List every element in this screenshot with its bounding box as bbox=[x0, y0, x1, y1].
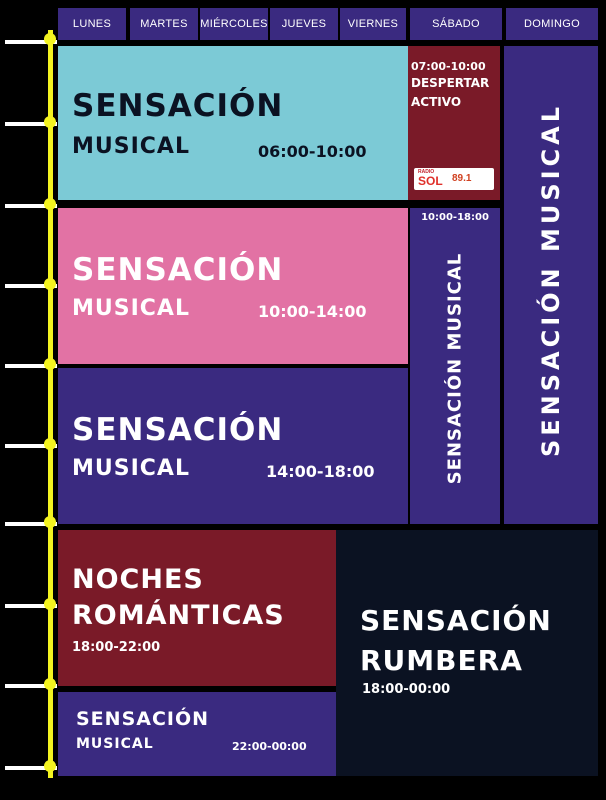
block-title-line1: DESPERTAR bbox=[411, 76, 490, 90]
timeline-dot bbox=[44, 438, 56, 450]
timeline-dot bbox=[44, 516, 56, 528]
block-title: SENSACIÓN bbox=[72, 412, 284, 448]
radio-sol-logo: RADIO SOL 89.1 bbox=[414, 168, 494, 190]
block-afternoon: SENSACIÓN MUSICAL 14:00-18:00 bbox=[58, 368, 408, 524]
block-noches-romanticas: NOCHES ROMÁNTICAS 18:00-22:00 bbox=[58, 530, 336, 686]
block-subtitle: MUSICAL bbox=[72, 296, 190, 321]
block-title: SENSACIÓN bbox=[72, 88, 284, 124]
block-sensacion-rumbera: SENSACIÓN RUMBERA 18:00-00:00 bbox=[336, 530, 598, 776]
day-header-miercoles: MIÉRCOLES bbox=[200, 8, 268, 40]
block-title-line1: NOCHES bbox=[72, 564, 204, 595]
block-title-line2: ACTIVO bbox=[411, 95, 462, 109]
block-time: 10:00-14:00 bbox=[258, 302, 367, 321]
logo-text-freq: 89.1 bbox=[452, 173, 472, 184]
block-vertical-label: SENSACIÓN MUSICAL bbox=[444, 252, 466, 485]
day-header-viernes: VIERNES bbox=[340, 8, 406, 40]
logo-text-sol: SOL bbox=[418, 174, 443, 188]
timeline-dot bbox=[44, 678, 56, 690]
timeline-dot bbox=[44, 116, 56, 128]
block-title-line2: ROMÁNTICAS bbox=[72, 600, 285, 631]
block-sabado: 10:00-18:00 SENSACIÓN MUSICAL bbox=[410, 208, 500, 524]
day-header-lunes: LUNES bbox=[58, 8, 126, 40]
block-time: 18:00-22:00 bbox=[72, 640, 161, 655]
block-title: SENSACIÓN bbox=[72, 252, 284, 288]
day-header-jueves: JUEVES bbox=[270, 8, 338, 40]
block-night: SENSACIÓN MUSICAL 22:00-00:00 bbox=[58, 692, 336, 776]
timeline-dot bbox=[44, 198, 56, 210]
day-header-martes: MARTES bbox=[130, 8, 198, 40]
timeline-dot bbox=[44, 598, 56, 610]
block-morning: SENSACIÓN MUSICAL 06:00-10:00 bbox=[58, 46, 408, 200]
block-time: 14:00-18:00 bbox=[266, 462, 375, 481]
block-subtitle: MUSICAL bbox=[72, 134, 190, 159]
day-header-sabado: SÁBADO bbox=[410, 8, 502, 40]
block-title-line1: SENSACIÓN bbox=[360, 604, 552, 637]
timeline-dot bbox=[44, 760, 56, 772]
block-time: 06:00-10:00 bbox=[258, 142, 367, 161]
timeline-dot bbox=[44, 33, 56, 45]
block-title: SENSACIÓN bbox=[76, 708, 210, 730]
block-subtitle: MUSICAL bbox=[76, 736, 154, 752]
day-header-domingo: DOMINGO bbox=[506, 8, 598, 40]
timeline-dot bbox=[44, 278, 56, 290]
block-midday: SENSACIÓN MUSICAL 10:00-14:00 bbox=[58, 208, 408, 364]
timeline-dot bbox=[44, 358, 56, 370]
block-time: 07:00-10:00 bbox=[411, 60, 486, 73]
block-title-line2: RUMBERA bbox=[360, 644, 523, 677]
block-despertar-activo: 07:00-10:00 DESPERTAR ACTIVO RADIO SOL 8… bbox=[408, 46, 500, 200]
block-time: 22:00-00:00 bbox=[232, 740, 307, 753]
block-domingo: SENSACIÓN MUSICAL bbox=[504, 46, 598, 524]
block-time: 10:00-18:00 bbox=[421, 212, 489, 223]
block-subtitle: MUSICAL bbox=[72, 456, 190, 481]
block-vertical-label: SENSACIÓN MUSICAL bbox=[537, 102, 565, 458]
timeline-bar bbox=[48, 30, 53, 778]
block-time: 18:00-00:00 bbox=[362, 682, 451, 697]
